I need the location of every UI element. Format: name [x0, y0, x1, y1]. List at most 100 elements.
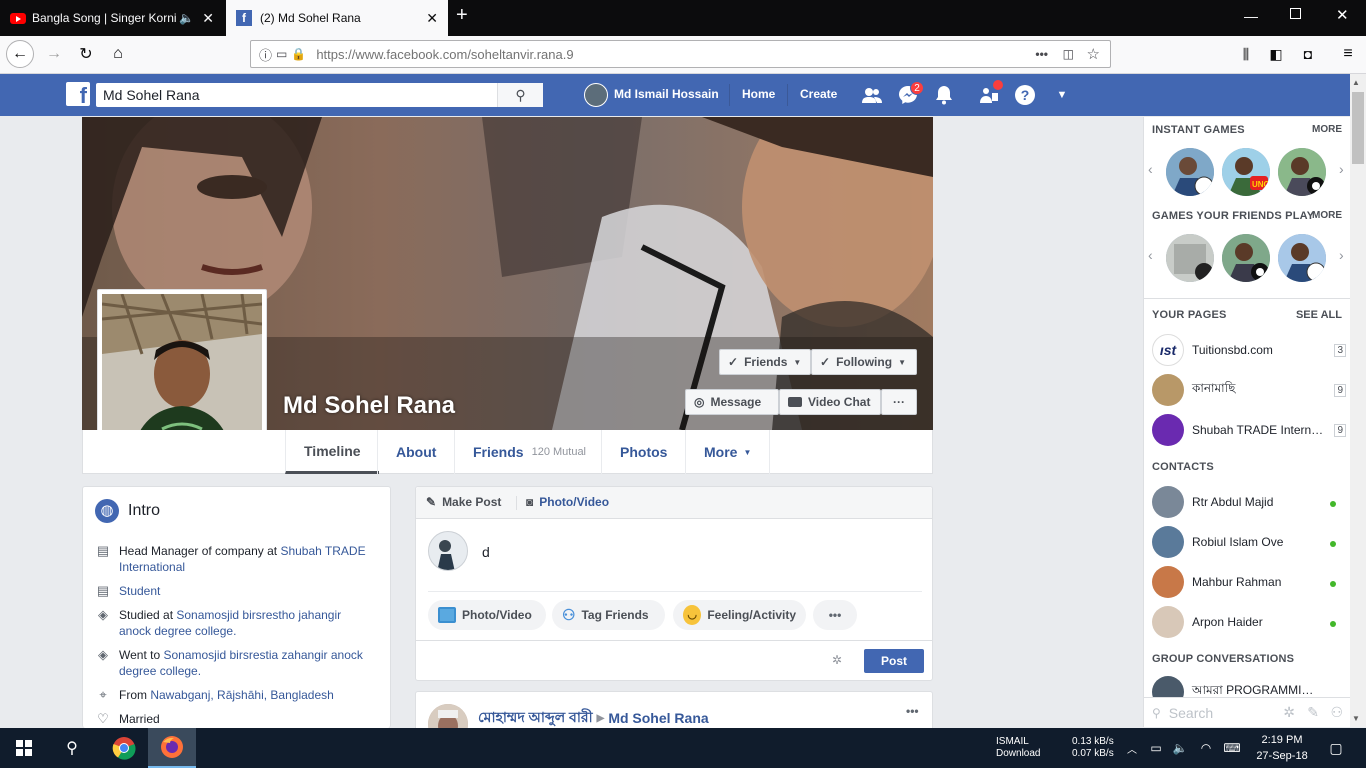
game-avatar[interactable]: [1166, 234, 1214, 282]
contact-item[interactable]: Arpon Haider: [1152, 606, 1342, 638]
url-text[interactable]: https://www.facebook.com/soheltanvir.ran…: [316, 47, 573, 62]
page-item[interactable]: Shubah TRADE Intern…: [1152, 414, 1342, 446]
game-avatar[interactable]: [1166, 148, 1214, 196]
tab-photos[interactable]: Photos: [601, 430, 685, 474]
chevron-left-icon[interactable]: ‹: [1148, 247, 1153, 263]
help-icon[interactable]: ?: [1013, 84, 1037, 106]
close-tab-icon[interactable]: ✕: [202, 10, 214, 27]
scroll-down-icon[interactable]: ▼: [1352, 714, 1360, 723]
instant-games-more-link[interactable]: MORE: [1312, 124, 1342, 135]
tab-more[interactable]: More ▼: [685, 430, 771, 474]
post-button[interactable]: Post: [864, 649, 924, 673]
create-link[interactable]: Create: [800, 87, 837, 101]
search-button[interactable]: ⚲: [497, 83, 543, 107]
browser-tab-bangla-song[interactable]: Bangla Song | Singer Kornia 🔈 ✕: [0, 0, 224, 36]
game-avatar[interactable]: UNO: [1222, 148, 1270, 196]
windows-start-icon[interactable]: [0, 728, 48, 768]
firefox-icon[interactable]: [148, 728, 196, 768]
facebook-logo-icon[interactable]: f: [66, 82, 90, 106]
tab-friends[interactable]: Friends 120 Mutual: [454, 430, 604, 474]
photo-video-tab[interactable]: ◙ Photo/Video: [526, 495, 609, 509]
profile-name[interactable]: Md Sohel Rana: [283, 392, 455, 420]
page-item[interactable]: কানামাছি: [1152, 374, 1342, 406]
tab-timeline[interactable]: Timeline: [285, 430, 379, 474]
chevron-right-icon[interactable]: ›: [1339, 161, 1344, 177]
make-post-tab[interactable]: ✎ Make Post: [426, 495, 501, 509]
menu-icon[interactable]: ≡: [1334, 40, 1362, 68]
chevron-right-icon[interactable]: ›: [1339, 247, 1344, 263]
contact-item[interactable]: Mahbur Rahman: [1152, 566, 1342, 598]
close-window-icon[interactable]: ✕: [1336, 6, 1349, 24]
photo-video-button[interactable]: Photo/Video: [428, 600, 546, 630]
contact-item[interactable]: Robiul Islam Ove: [1152, 526, 1342, 558]
composer-more-button[interactable]: •••: [813, 600, 857, 630]
game-avatar[interactable]: [1278, 234, 1326, 282]
video-chat-button[interactable]: Video Chat: [779, 389, 881, 415]
user-avatar[interactable]: [584, 83, 608, 107]
tab-about[interactable]: About: [377, 430, 454, 474]
more-actions-button[interactable]: ···: [881, 389, 917, 415]
browser-tab-md-sohel-rana[interactable]: f (2) Md Sohel Rana ✕: [226, 0, 448, 36]
back-button[interactable]: ←: [6, 40, 34, 68]
url-bar[interactable]: ⓘ ▭ 🔒 https://www.facebook.com/soheltanv…: [250, 40, 1111, 68]
friend-requests-icon[interactable]: [860, 84, 884, 106]
friends-button[interactable]: ✓ Friends ▼: [719, 349, 811, 375]
gear-icon[interactable]: ✲: [832, 653, 842, 667]
notifications-icon[interactable]: [932, 84, 956, 106]
post-author-link[interactable]: মোহাম্মদ আব্দুল বারী: [478, 706, 593, 730]
following-button[interactable]: ✓ Following ▼: [811, 349, 917, 375]
page-actions-icon[interactable]: •••: [1035, 47, 1048, 61]
search-icon[interactable]: ⚲: [48, 728, 96, 768]
sidebar-icon[interactable]: ◧: [1262, 40, 1290, 68]
tag-friends-button[interactable]: ⚇ Tag Friends: [552, 600, 665, 630]
composer-text[interactable]: d: [482, 544, 490, 560]
maximize-icon[interactable]: [1290, 8, 1301, 19]
chrome-icon[interactable]: [100, 728, 148, 768]
chevron-up-icon[interactable]: ︿: [1124, 728, 1140, 768]
forward-button[interactable]: →: [40, 40, 68, 68]
page-scrollbar[interactable]: ▲ ▼: [1350, 74, 1366, 727]
feeling-activity-button[interactable]: ◡ Feeling/Activity: [673, 600, 806, 630]
chat-search-input[interactable]: ⚲ Search ✲ ✎ ⚇: [1144, 697, 1351, 727]
pocket-toolbar-icon[interactable]: ◘: [1294, 40, 1322, 68]
minimize-icon[interactable]: —: [1244, 8, 1258, 24]
intro-link[interactable]: Nawabganj, Rājshāhi, Bangladesh: [150, 688, 333, 702]
intro-link[interactable]: Student: [119, 583, 160, 599]
wifi-icon[interactable]: ◠: [1196, 728, 1216, 768]
account-menu-icon[interactable]: ▼: [1050, 84, 1074, 106]
post-target-link[interactable]: Md Sohel Rana: [608, 710, 708, 726]
pocket-icon[interactable]: ◫: [1063, 47, 1074, 61]
permissions-icon[interactable]: ▭: [276, 47, 287, 61]
info-icon[interactable]: ⓘ: [259, 45, 272, 64]
clock[interactable]: 2:19 PM 27-Sep-18: [1254, 732, 1310, 764]
home-button[interactable]: ⌂: [104, 40, 132, 68]
page-item[interactable]: ıst Tuitionsbd.com: [1152, 334, 1342, 366]
facebook-search-input[interactable]: Md Sohel Rana ⚲: [96, 83, 543, 107]
new-tab-button[interactable]: +: [456, 4, 476, 30]
post-menu-button[interactable]: •••: [906, 704, 919, 718]
scrollbar-thumb[interactable]: [1352, 92, 1364, 164]
compose-icon[interactable]: ✎: [1307, 704, 1319, 721]
message-button[interactable]: ◎ Message: [685, 389, 779, 415]
action-center-icon[interactable]: ▢: [1318, 728, 1354, 768]
keyboard-icon[interactable]: ⌨: [1220, 728, 1244, 768]
game-avatar[interactable]: [1222, 234, 1270, 282]
chevron-left-icon[interactable]: ‹: [1148, 161, 1153, 177]
contact-item[interactable]: Rtr Abdul Majid: [1152, 486, 1342, 518]
gear-icon[interactable]: ✲: [1283, 704, 1295, 721]
search-value[interactable]: Md Sohel Rana: [103, 87, 200, 103]
profile-link[interactable]: Md Ismail Hossain: [614, 87, 719, 101]
friends-games-more-link[interactable]: MORE: [1312, 210, 1342, 221]
volume-icon[interactable]: 🔈: [1170, 728, 1190, 768]
game-avatar[interactable]: [1278, 148, 1326, 196]
speaker-icon[interactable]: 🔈: [179, 11, 194, 25]
home-link[interactable]: Home: [742, 87, 775, 101]
scroll-up-icon[interactable]: ▲: [1352, 78, 1360, 87]
reload-button[interactable]: ↻: [72, 40, 100, 68]
see-all-link[interactable]: SEE ALL: [1296, 309, 1342, 321]
close-tab-icon[interactable]: ✕: [426, 10, 438, 27]
library-icon[interactable]: ⫼: [1232, 40, 1260, 68]
bookmark-star-icon[interactable]: ☆: [1087, 45, 1100, 63]
battery-icon[interactable]: ▭: [1146, 728, 1166, 768]
new-group-icon[interactable]: ⚇: [1330, 704, 1343, 721]
